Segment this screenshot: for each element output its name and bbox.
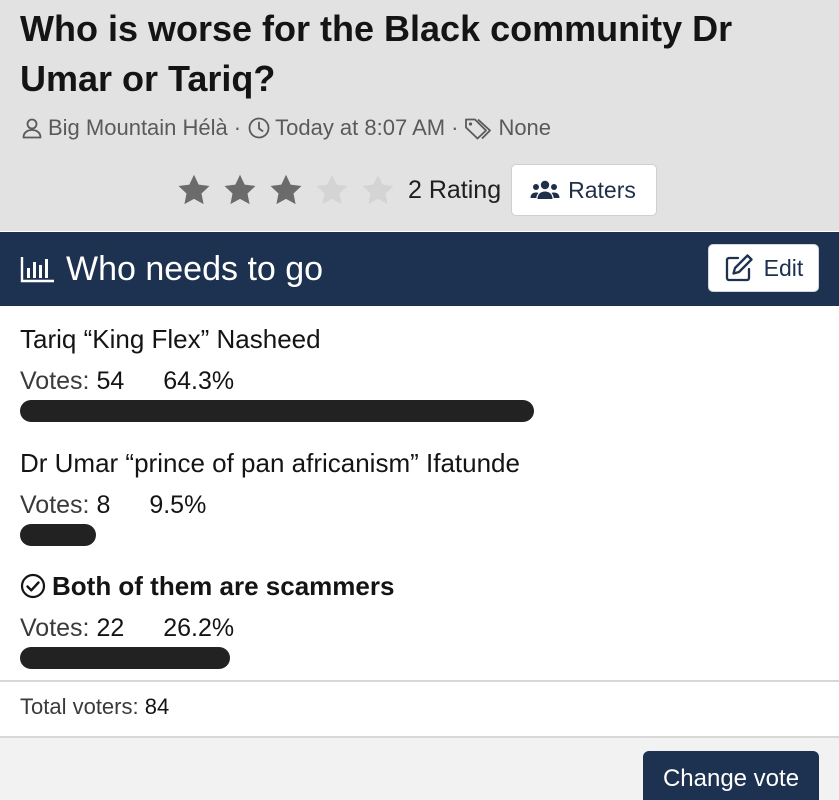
raters-label: Raters <box>568 176 636 203</box>
votes-count: 22 <box>96 614 125 642</box>
votes-label: Votes: <box>20 614 90 642</box>
star-empty-icon[interactable] <box>360 172 396 208</box>
votes-count: 8 <box>96 491 111 519</box>
poll-title-text: Who needs to go <box>66 249 324 288</box>
option-label: Dr Umar “prince of pan africanism” Ifatu… <box>20 448 520 478</box>
total-voters-count: 84 <box>144 694 170 719</box>
star-rating[interactable] <box>176 172 406 208</box>
poll-header: Who needs to go Edit <box>0 232 839 306</box>
tag-icon <box>464 116 494 140</box>
raters-button[interactable]: Raters <box>511 164 657 216</box>
post-time-link[interactable]: Today at 8:07 AM <box>275 115 445 141</box>
votes-percent: 9.5% <box>149 491 207 519</box>
thread-meta: Big Mountain Hélà · Today at 8:07 AM · N… <box>20 114 551 142</box>
star-filled-icon[interactable] <box>268 172 304 208</box>
meta-separator: · <box>451 115 459 140</box>
poll-option: Tariq “King Flex” Nasheed Votes: 54 64.3… <box>20 322 820 422</box>
poll-footer: Change vote <box>0 736 839 800</box>
author-link[interactable]: Big Mountain Hélà <box>48 115 228 141</box>
poll-option: Both of them are scammers Votes: 22 26.2… <box>20 569 820 669</box>
divider <box>0 680 839 682</box>
poll-title: Who needs to go <box>20 248 323 290</box>
option-label-voted: Both of them are scammers <box>20 569 820 603</box>
result-bar-track <box>20 524 820 546</box>
option-label: Tariq “King Flex” Nasheed <box>20 324 321 354</box>
change-vote-button[interactable]: Change vote <box>643 751 819 800</box>
edit-poll-button[interactable]: Edit <box>708 244 819 292</box>
users-icon <box>530 179 560 201</box>
bar-chart-icon <box>20 254 56 284</box>
option-votes: Votes: 8 9.5% <box>20 490 820 520</box>
result-bar-track <box>20 647 820 669</box>
poll-option: Dr Umar “prince of pan africanism” Ifatu… <box>20 446 820 546</box>
rating-row: 2 Rating Raters <box>176 164 657 216</box>
option-votes: Votes: 22 26.2% <box>20 613 820 643</box>
star-filled-icon[interactable] <box>222 172 258 208</box>
edit-label: Edit <box>763 254 804 281</box>
result-bar <box>20 524 96 546</box>
votes-count: 54 <box>96 367 125 395</box>
thread-header: Who is worse for the Black community Dr … <box>0 0 839 231</box>
votes-percent: 26.2% <box>163 614 235 642</box>
tags-value: None <box>498 115 552 140</box>
poll-results: Tariq “King Flex” Nasheed Votes: 54 64.3… <box>0 306 839 680</box>
result-bar <box>20 647 230 669</box>
edit-icon <box>724 253 754 283</box>
rating-count: 2 Rating <box>408 175 502 204</box>
star-empty-icon[interactable] <box>314 172 350 208</box>
check-circle-icon <box>20 573 46 599</box>
total-voters: Total voters: 84 <box>20 694 169 720</box>
star-filled-icon[interactable] <box>176 172 212 208</box>
meta-separator: · <box>233 115 242 140</box>
votes-label: Votes: <box>20 367 90 395</box>
result-bar-track <box>20 400 820 422</box>
option-votes: Votes: 54 64.3% <box>20 366 820 396</box>
votes-label: Votes: <box>20 491 90 519</box>
votes-percent: 64.3% <box>163 367 235 395</box>
result-bar <box>20 400 534 422</box>
thread-title: Who is worse for the Black community Dr … <box>20 8 733 99</box>
clock-icon <box>247 116 271 140</box>
user-icon <box>20 116 44 140</box>
total-voters-label: Total voters: <box>20 694 139 719</box>
option-label: Both of them are scammers <box>52 571 395 601</box>
